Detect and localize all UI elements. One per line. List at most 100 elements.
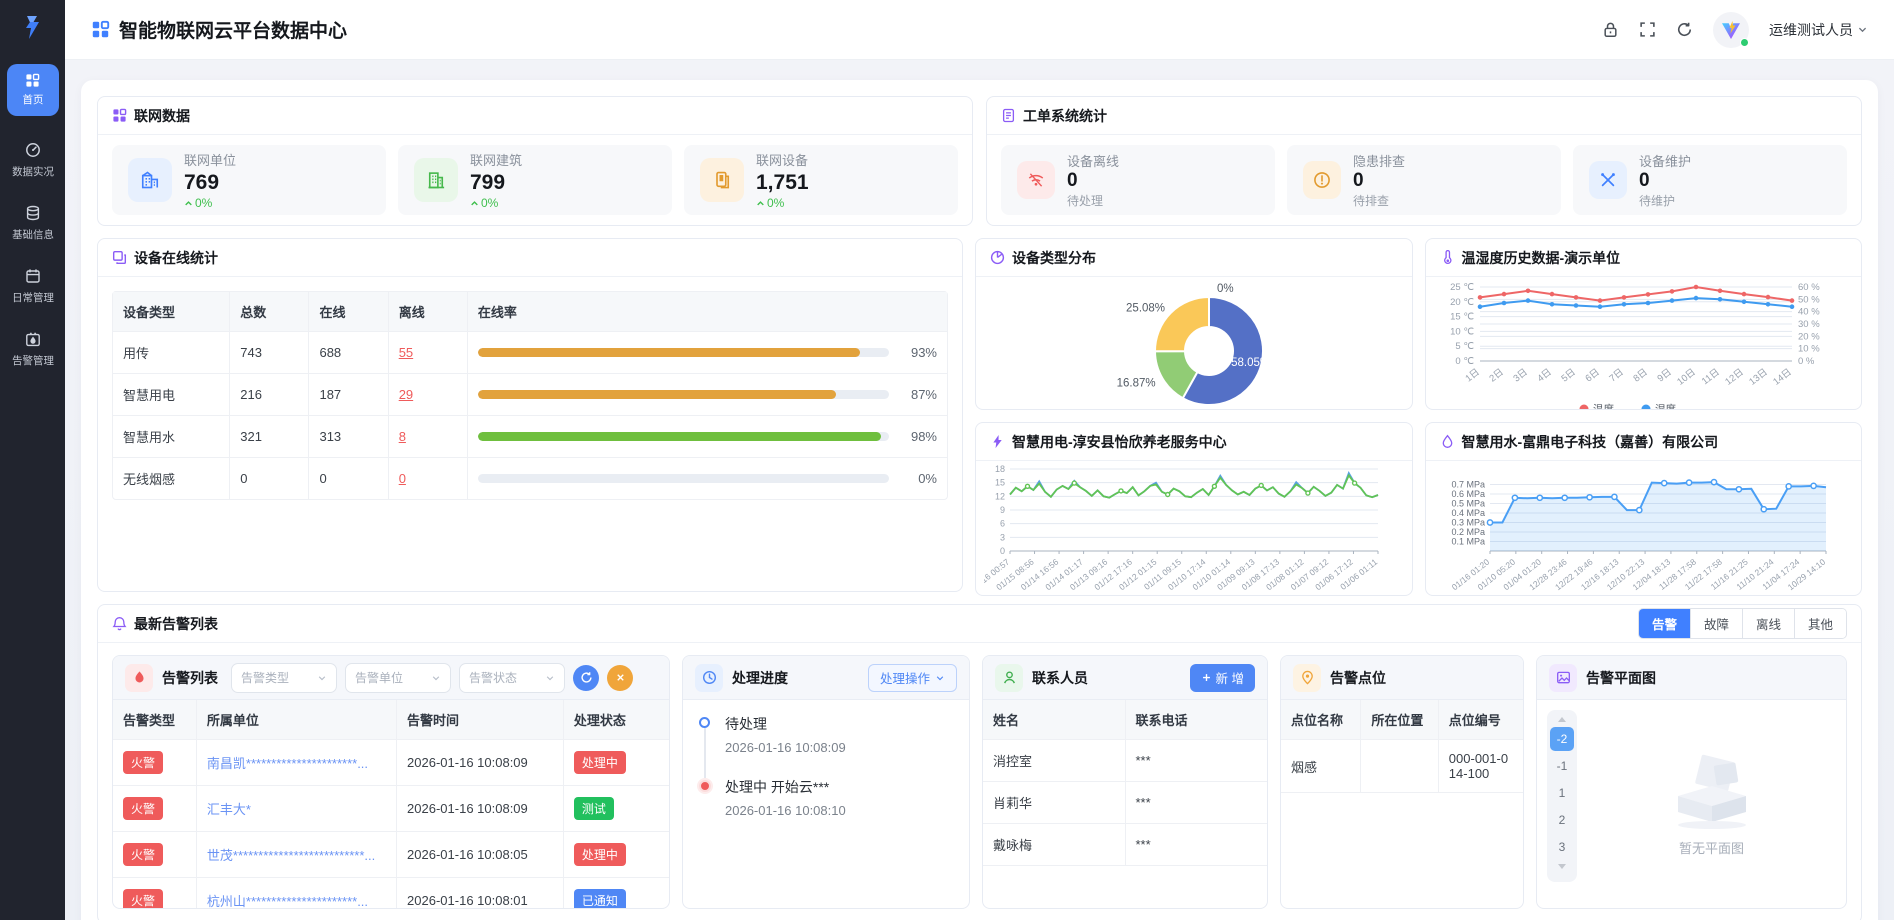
panel-title: 联网数据 [134,106,190,126]
sidebar-item-live-data[interactable]: 数据实况 [0,142,65,179]
lock-icon[interactable] [1602,21,1619,38]
user-menu[interactable]: 运维测试人员 [1769,20,1868,40]
floor-option[interactable]: 1 [1550,781,1574,805]
total-count: 216 [230,374,309,416]
panel-network-data-head: 联网数据 [98,97,972,135]
alarm-table: 告警类型 所属单位 告警时间 处理状态 火警 [113,700,669,908]
water-chart[interactable]: 0.7 MPa0.6 MPa0.5 MPa0.4 MPa0.3 MPa0.2 M… [1426,461,1862,595]
process-action-button[interactable]: 处理操作 [868,664,957,692]
buildings-icon [414,158,458,202]
tab-fault[interactable]: 故障 [1691,609,1743,638]
alarm-row: 火警 汇丰大* 2026-01-16 10:08:09 测试 [113,786,669,832]
device-type: 用传 [113,332,230,374]
content-scroll-area[interactable]: 联网数据 联网单位 769 [65,60,1894,920]
close-button[interactable] [607,665,633,691]
unit-link[interactable]: 南昌凯**********************... [207,753,377,772]
offline-count-link[interactable]: 0 [399,471,406,486]
device-type: 无线烟感 [113,458,230,500]
row-summary: 联网数据 联网单位 769 [97,96,1862,226]
map-pin-icon [1293,664,1321,692]
image-icon [1549,664,1577,692]
top-bar: 智能物联网云平台数据中心 运维测 [65,0,1894,60]
tab-other[interactable]: 其他 [1795,609,1846,638]
panel-title: 智慧用电-淳安县怡欣养老服务中心 [1012,432,1227,452]
offline-count-link[interactable]: 55 [399,345,413,360]
floor-down-icon[interactable] [1558,864,1566,869]
chevron-down-icon [545,673,555,683]
total-count: 743 [230,332,309,374]
floorplan-body: -2 -1 1 2 3 [1537,700,1846,908]
floor-option[interactable]: -2 [1550,727,1574,751]
stat-card-body: 联网建筑 799 0% [470,150,522,210]
online-rate-bar: 98% [478,429,937,444]
building-icon [128,158,172,202]
database-icon [25,205,41,221]
floor-option[interactable]: -1 [1550,754,1574,778]
floorplan-head: 告警平面图 [1537,656,1846,700]
sidebar-item-label: 首页 [22,91,43,106]
wo-label: 设备维护 [1639,151,1691,170]
sidebar-item-home[interactable]: 首页 [7,64,59,116]
user-avatar[interactable] [1713,12,1749,48]
unit-link[interactable]: 汇丰大* [207,799,377,818]
rate-text: 0% [901,471,937,486]
wo-card-body: 设备维护 0 待维护 [1639,151,1691,210]
col-header: 处理状态 [563,700,669,740]
subpanel-title: 告警列表 [162,668,218,688]
alarm-unit-select[interactable]: 告警单位 [345,663,451,693]
trend-value: 0% [195,196,212,210]
sidebar-item-base-info[interactable]: 基础信息 [0,205,65,242]
alarm-status-select[interactable]: 告警状态 [459,663,565,693]
alarm-row: 火警 世茂**************************... 2026-… [113,832,669,878]
panel-title: 最新告警列表 [134,614,218,634]
col-header: 联系电话 [1125,700,1267,740]
panel-online-head: 设备在线统计 [98,239,962,277]
svg-text:0.4 MPa: 0.4 MPa [1451,508,1485,518]
floor-option[interactable]: 3 [1550,835,1574,859]
alarm-type-select[interactable]: 告警类型 [231,663,337,693]
floor-up-icon[interactable] [1558,717,1566,722]
offline-count-link[interactable]: 29 [399,387,413,402]
stat-label: 联网单位 [184,150,236,169]
trend-value: 0% [481,196,498,210]
svg-text:5日: 5日 [1559,367,1577,385]
wo-label: 设备离线 [1067,151,1119,170]
sidebar-item-alarm-mgmt[interactable]: 告警管理 [0,331,65,368]
select-placeholder: 告警单位 [355,669,403,686]
subpanel-title: 处理进度 [732,668,788,688]
alarm-subpanels: 告警列表 告警类型 告警单位 [98,643,1861,920]
offline-count-link[interactable]: 8 [399,429,406,444]
tab-alarm[interactable]: 告警 [1639,609,1691,638]
gauge-icon [25,142,41,158]
step-current-dot [699,780,711,792]
floor-option[interactable]: 2 [1550,808,1574,832]
unit-link[interactable]: 世茂**************************... [207,845,377,864]
panel-title: 智慧用水-富鼎电子科技（嘉善）有限公司 [1462,432,1719,452]
wo-card-hazard-check: 隐患排查 0 待排查 [1287,145,1561,215]
svg-text:16.87%: 16.87% [1117,378,1156,390]
stat-label: 联网建筑 [470,150,522,169]
fullscreen-icon[interactable] [1639,21,1656,38]
refresh-button[interactable] [573,665,599,691]
col-header: 告警时间 [397,700,564,740]
status-badge: 处理中 [574,751,626,774]
panel-electricity: 智慧用电-淳安县怡欣养老服务中心 181512963001/16 00:5701… [975,422,1413,596]
add-contact-button[interactable]: 新 增 [1190,664,1255,692]
alarm-row: 火警 南昌凯**********************... 2026-01-… [113,740,669,786]
tab-offline[interactable]: 离线 [1743,609,1795,638]
trend-value: 0% [767,196,784,210]
contact-row: 肖莉华 *** [983,782,1267,824]
electricity-chart[interactable]: 181512963001/16 00:5701/15 08:5601/14 16… [976,461,1412,595]
refresh-icon[interactable] [1676,21,1693,38]
contact-row: 消控室 *** [983,740,1267,782]
bell-icon [112,616,127,631]
panel-online-stats: 设备在线统计 设备类型 总数 在线 离线 在线 [97,238,963,592]
main-area: 智能物联网云平台数据中心 运维测 [65,0,1894,920]
stat-trend: 0% [470,196,522,210]
sidebar-item-daily-mgmt[interactable]: 日常管理 [0,268,65,305]
step-time: 2026-01-16 10:08:09 [725,740,953,755]
unit-link[interactable]: 杭州山**********************... [207,891,377,908]
temp-humidity-chart[interactable]: 25 ℃20 ℃15 ℃10 ℃5 ℃0 ℃60 %50 %40 %30 %20… [1426,277,1862,409]
progress-head: 处理进度 处理操作 [683,656,969,700]
device-distribution-chart[interactable]: 58.05%16.87%25.08%0% [976,277,1412,409]
